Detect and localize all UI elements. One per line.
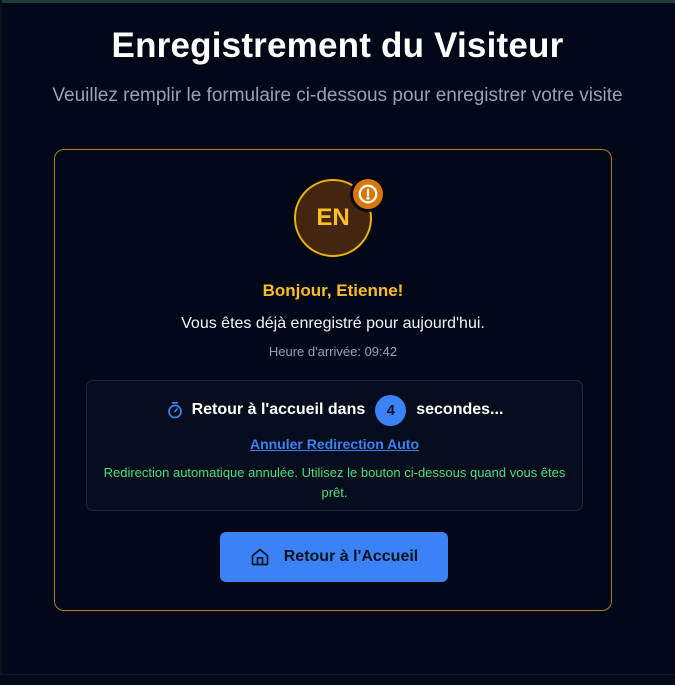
arrival-time: Heure d'arrivée: 09:42 (268, 344, 398, 359)
visitor-status-card: EN Bonjour, Etienne! Vous êtes déjà enre… (54, 149, 612, 611)
avatar-initials: EN (316, 204, 350, 231)
timer-icon (166, 401, 184, 419)
return-home-label: Retour à l'Accueil (283, 548, 419, 565)
countdown-badge: 4 (375, 394, 407, 426)
greeting: Bonjour, Etienne! (262, 281, 404, 300)
home-icon (250, 547, 270, 567)
alert-circle-icon (350, 176, 386, 212)
top-border (0, 0, 675, 3)
already-registered-message: Vous êtes déjà enregistré pour aujourd'h… (181, 315, 485, 332)
bottom-border (0, 674, 675, 685)
redirect-panel: Retour à l'accueil dans 4 secondes... An… (86, 380, 583, 511)
cancel-redirect-link[interactable]: Annuler Redirection Auto (87, 436, 582, 452)
countdown-text-after: secondes... (416, 401, 504, 418)
redirect-cancelled-note: Redirection automatique annulée. Utilise… (103, 465, 566, 500)
page-subtitle: Veuillez remplir le formulaire ci-dessou… (52, 85, 623, 106)
page-title: Enregistrement du Visiteur (111, 26, 564, 65)
countdown-row: Retour à l'accueil dans 4 secondes... (87, 394, 582, 426)
countdown-text-before: Retour à l'accueil dans (191, 401, 366, 418)
return-home-button[interactable]: Retour à l'Accueil (220, 532, 448, 582)
